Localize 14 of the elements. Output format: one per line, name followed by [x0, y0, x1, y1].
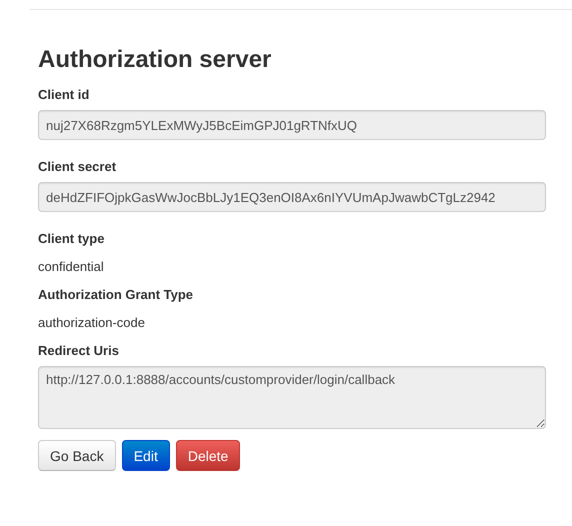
field-label: Authorization Grant Type: [38, 286, 194, 304]
text-area[interactable]: http://127.0.0.1:8888/accounts/customprovider/login/callback: [38, 366, 546, 429]
input-field[interactable]: nuj27X68Rzgm5YLExMWyJ5BcEimGPJ01gRTNfxUQ: [38, 110, 546, 140]
field-label: Redirect Uris: [38, 342, 120, 360]
edit-button[interactable]: Edit: [122, 440, 170, 471]
page-title: Authorization server: [38, 46, 272, 74]
delete-button[interactable]: Delete: [176, 440, 240, 471]
field-label: Client type: [38, 230, 106, 248]
field-value: confidential: [38, 258, 105, 276]
field-label: Client secret: [38, 158, 118, 176]
field-label: Client id: [38, 86, 90, 104]
back-button[interactable]: Go Back: [38, 440, 116, 471]
field-value: authorization-code: [38, 314, 146, 332]
input-field[interactable]: deHdZFIFOjpkGasWwJocBbLJy1EQ3enOI8Ax6nIYVUmApJwawbCTgLz2942: [38, 182, 546, 212]
